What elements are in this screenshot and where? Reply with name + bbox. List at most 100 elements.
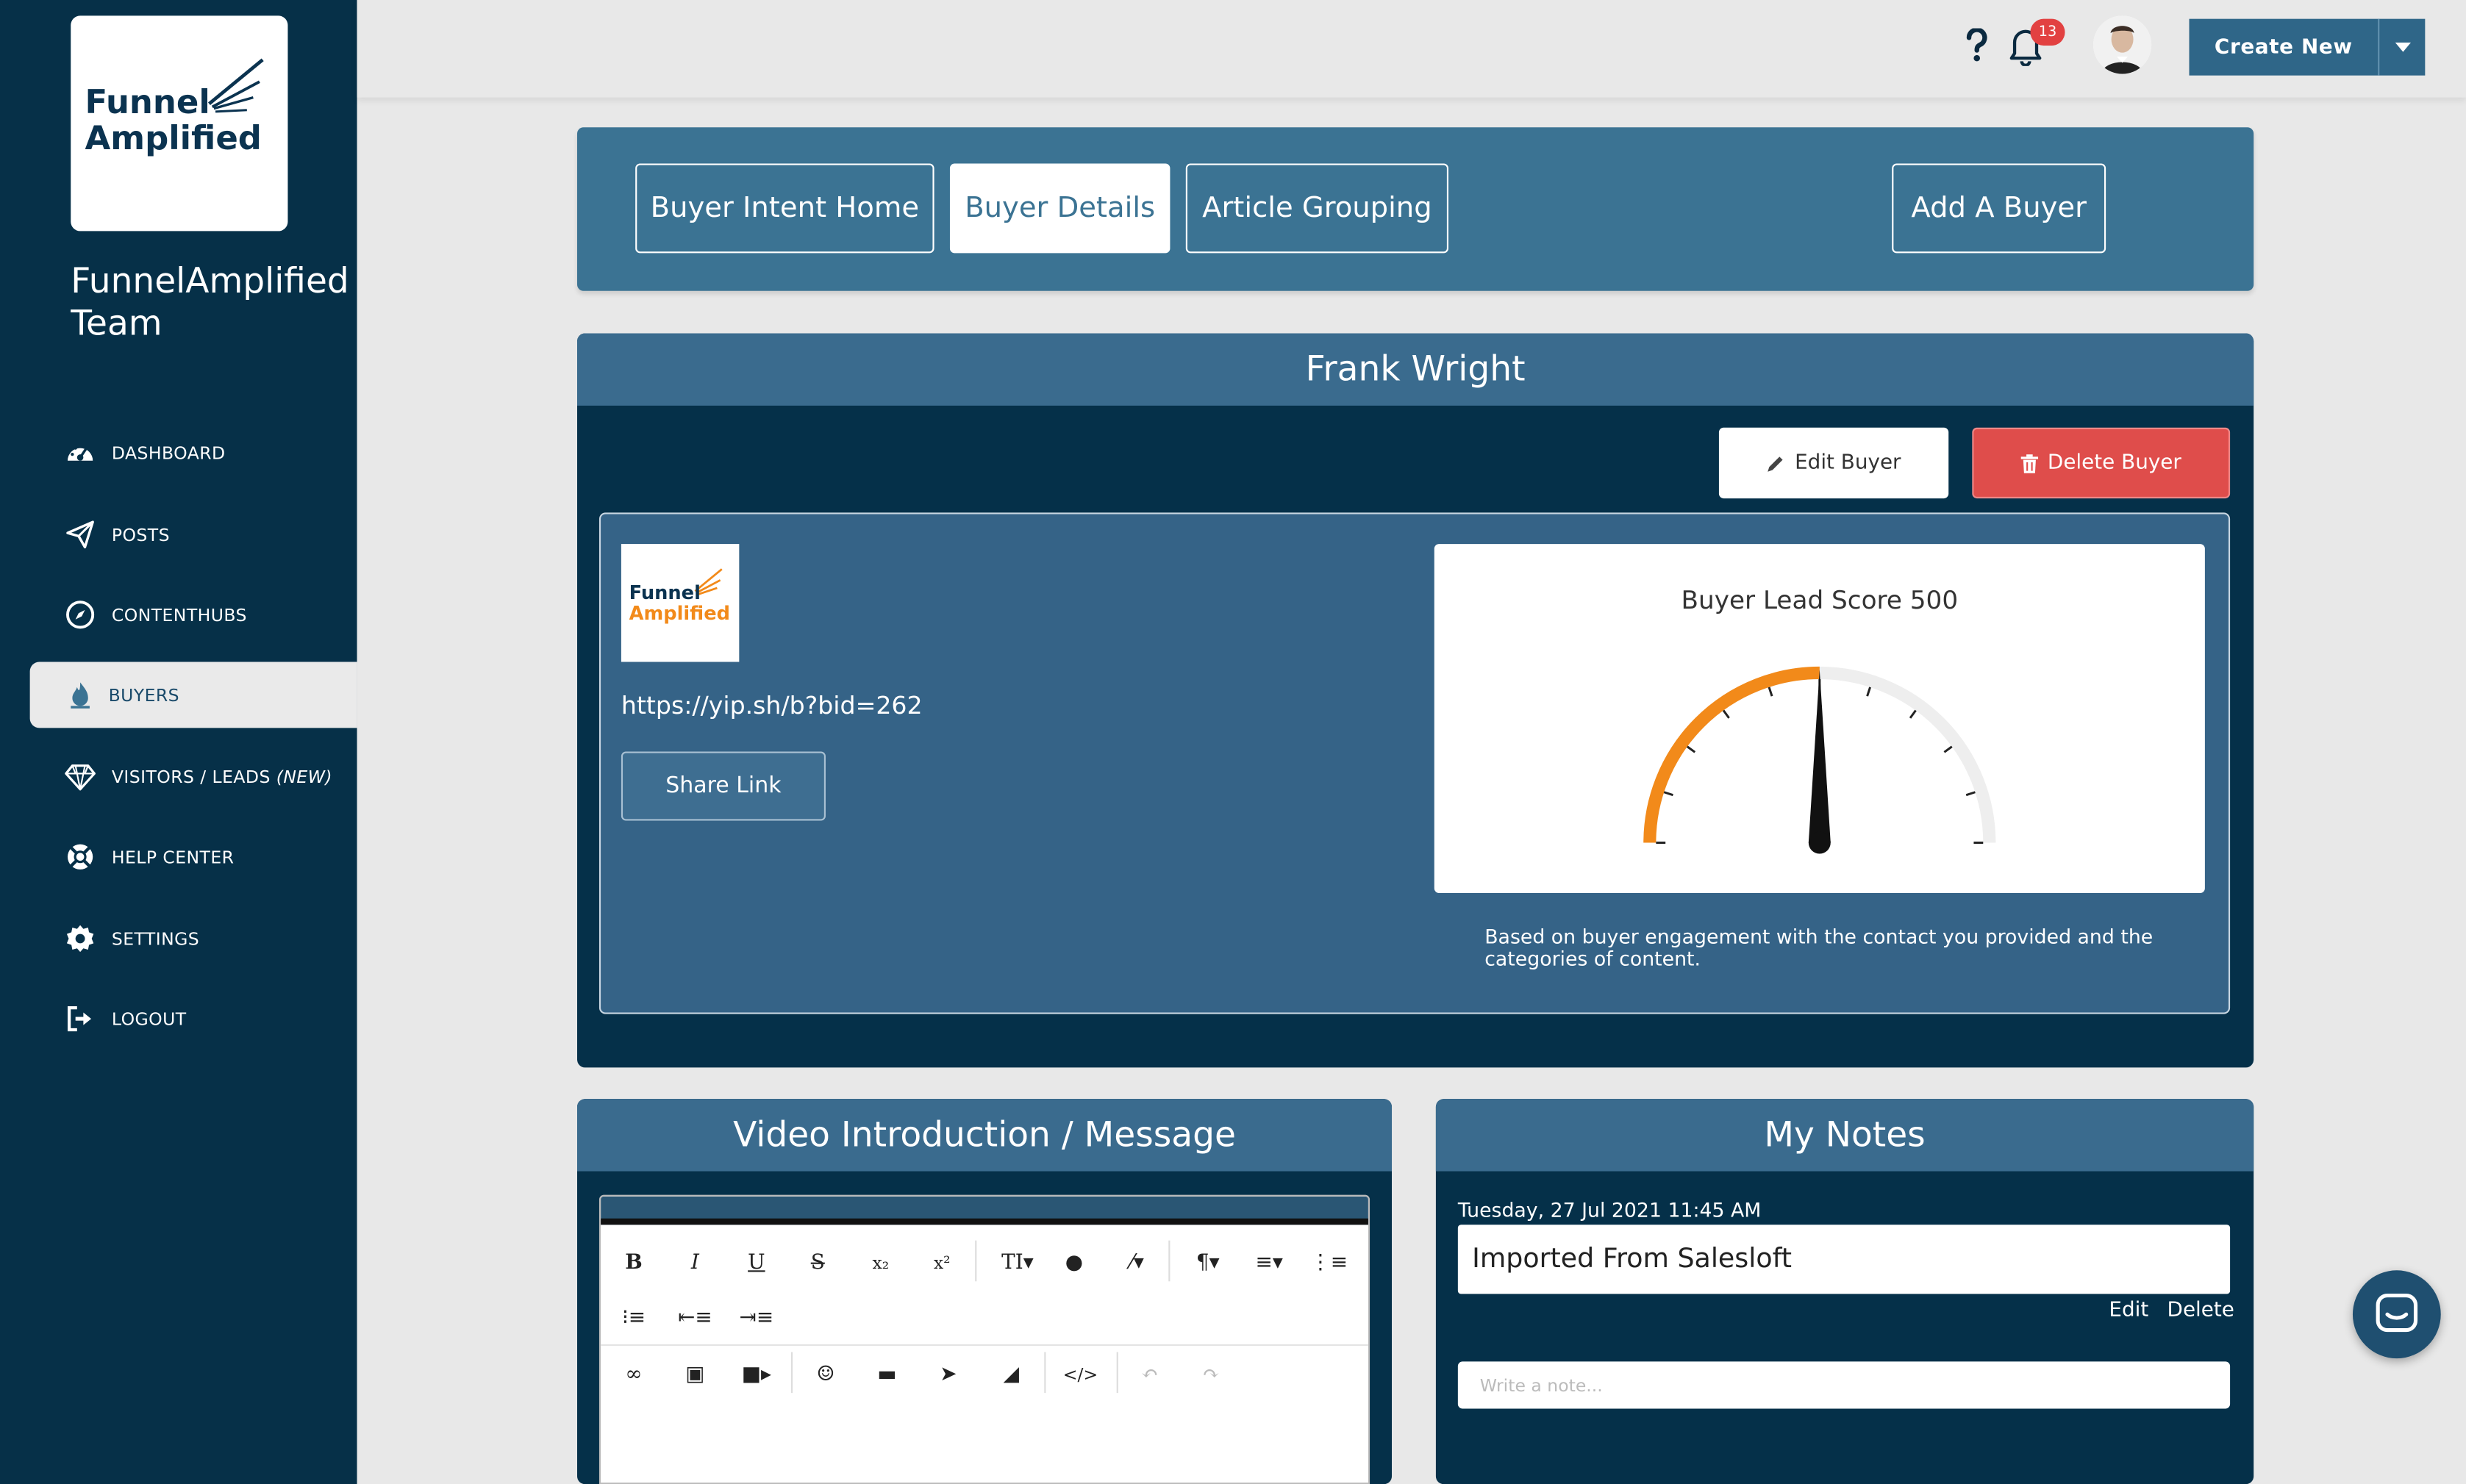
clear-format-tool-button[interactable]: ◢ — [987, 1358, 1034, 1390]
magic-tool-button[interactable]: ⁄▾ — [1110, 1247, 1164, 1278]
sidebar-item-label: BUYERS — [108, 684, 180, 706]
link-tool-button[interactable]: ∞ — [610, 1358, 657, 1390]
team-name-line-2: Team — [71, 304, 162, 345]
sidebar-item-label: DASHBOARD — [111, 442, 226, 463]
gauge-tick — [1768, 687, 1773, 697]
font-size-tool-button[interactable]: TI▾ — [991, 1247, 1045, 1278]
sidebar-item-label: VISITORS / LEADS (NEW) — [112, 767, 332, 787]
ordered-list-tool-button[interactable]: ⋮≡ — [1305, 1247, 1352, 1278]
caret-down-icon — [2394, 42, 2411, 52]
toolbar-separator — [790, 1352, 793, 1394]
undo-tool-button[interactable]: ↶ — [1126, 1358, 1173, 1390]
user-photo-icon — [2093, 15, 2152, 74]
italic-tool-button[interactable]: I — [671, 1247, 718, 1278]
dashboard-icon — [67, 445, 93, 461]
text-size-icon: TI▾ — [1001, 1250, 1034, 1275]
lead-score-description: Based on buyer engagement with the conta… — [1484, 924, 2154, 970]
subscript-icon: x₂ — [872, 1252, 890, 1273]
strikethrough-tool-button[interactable]: S — [794, 1247, 841, 1278]
editor-header-strip — [601, 1196, 1368, 1225]
pencil-icon — [1768, 456, 1784, 471]
sidebar-item-label: SETTINGS — [111, 928, 200, 949]
gauge-fill — [1643, 666, 1820, 843]
sidebar-item-label-text: VISITORS / LEADS — [111, 766, 271, 787]
strikethrough-icon: S — [810, 1250, 825, 1275]
paragraph-tool-button[interactable]: ¶▾ — [1183, 1247, 1233, 1278]
note-timestamp: Tuesday, 27 Jul 2021 11:45 AM — [1457, 1197, 1762, 1222]
gauge-tick — [1686, 745, 1696, 753]
text-color-tool-button[interactable]: ● — [1051, 1247, 1098, 1278]
app-root: Funnel Amplified Funnel Amplified Team DA… — [0, 0, 2466, 1484]
delete-buyer-button[interactable]: Delete Buyer — [1972, 427, 2231, 499]
select-all-tool-button[interactable]: ➤ — [925, 1358, 972, 1390]
gauge-tick — [1965, 791, 1976, 797]
toolbar-separator — [1116, 1352, 1118, 1394]
sidebar-item-label: LOGOUT — [111, 1008, 187, 1029]
outdent-tool-button[interactable]: ⇤≡ — [671, 1302, 718, 1333]
new-tag: (NEW) — [276, 766, 332, 787]
create-new-dropdown-toggle[interactable] — [2378, 18, 2426, 76]
unordered-list-tool-button[interactable]: ⁝≡ — [610, 1302, 657, 1333]
link-icon: ∞ — [625, 1362, 643, 1386]
eraser-icon: ◢ — [1003, 1362, 1020, 1386]
image-tool-button[interactable]: ▣ — [671, 1358, 718, 1390]
bold-icon: B — [625, 1250, 643, 1275]
gauge-tick — [1909, 709, 1917, 719]
tab-article-grouping[interactable]: Article Grouping — [1185, 163, 1449, 254]
subscript-tool-button[interactable]: x₂ — [857, 1247, 904, 1278]
logo-wordmark: Funnel Amplified — [85, 83, 262, 157]
align-tool-button[interactable]: ≡▾ — [1243, 1247, 1296, 1278]
tab-add-a-buyer[interactable]: Add A Buyer — [1892, 163, 2106, 254]
note-edit-link[interactable]: Edit — [2109, 1299, 2148, 1322]
video-tool-button[interactable]: ■▸ — [733, 1358, 780, 1390]
indent-icon: ⇥≡ — [739, 1305, 774, 1330]
superscript-tool-button[interactable]: x² — [918, 1247, 965, 1278]
gauge-hub — [1808, 831, 1831, 854]
diamond-icon — [65, 764, 96, 791]
horizontal-rule-tool-button[interactable]: ▬ — [863, 1358, 910, 1390]
toolbar-separator — [1044, 1352, 1046, 1394]
gauge-tick — [1663, 791, 1673, 797]
buyer-share-url: https://yip.sh/b?bid=262 — [621, 692, 923, 720]
new-note-input[interactable]: Write a note... — [1457, 1361, 2231, 1409]
sidebar-item-dashboard[interactable]: DASHBOARD — [30, 420, 357, 486]
sidebar-item-logout[interactable]: LOGOUT — [30, 986, 357, 1052]
note-content: Imported From Salesloft — [1457, 1225, 2231, 1294]
note-delete-link[interactable]: Delete — [2167, 1299, 2234, 1322]
sidebar-item-help-center[interactable]: HELP CENTER — [30, 824, 357, 890]
logo-line-1: Funnel — [85, 83, 210, 121]
edit-buyer-button[interactable]: Edit Buyer — [1718, 427, 1949, 499]
underline-icon: U — [748, 1250, 765, 1275]
pilcrow-icon: ¶▾ — [1196, 1250, 1220, 1275]
html-view-tool-button[interactable]: </> — [1057, 1358, 1104, 1390]
brand-logo[interactable]: Funnel Amplified — [71, 15, 288, 232]
sidebar-item-contenthubs[interactable]: CONTENTHUBS — [30, 581, 357, 648]
sidebar-item-buyers[interactable]: BUYERS — [29, 662, 357, 728]
buyer-tab-bar: Buyer Intent Home Buyer Details Article … — [577, 127, 2254, 291]
fire-icon — [71, 682, 90, 709]
sidebar-item-visitors-leads[interactable]: VISITORS / LEADS (NEW) — [30, 744, 357, 810]
edit-buyer-label: Edit Buyer — [1795, 451, 1901, 475]
underline-tool-button[interactable]: U — [733, 1247, 780, 1278]
buyer-company-logo: Funnel Amplified — [621, 544, 740, 662]
align-left-icon: ≡▾ — [1255, 1250, 1283, 1275]
create-new-button[interactable]: Create New — [2189, 18, 2379, 76]
sidebar-item-posts[interactable]: POSTS — [30, 501, 357, 567]
tab-buyer-intent-home[interactable]: Buyer Intent Home — [635, 163, 934, 254]
image-icon: ▣ — [685, 1362, 705, 1386]
help-button[interactable] — [1959, 25, 1994, 66]
indent-tool-button[interactable]: ⇥≡ — [733, 1302, 780, 1333]
share-link-button[interactable]: Share Link — [621, 751, 826, 821]
avatar[interactable] — [2093, 15, 2152, 74]
logo-line-2: Amplified — [629, 602, 730, 625]
chat-widget-button[interactable] — [2352, 1270, 2441, 1359]
redo-tool-button[interactable]: ↷ — [1187, 1358, 1234, 1390]
tab-buyer-details[interactable]: Buyer Details — [949, 163, 1171, 254]
bold-tool-button[interactable]: B — [610, 1247, 657, 1278]
trash-icon — [2020, 454, 2039, 473]
sidebar-item-settings[interactable]: SETTINGS — [30, 906, 357, 972]
pointer-icon: ➤ — [940, 1362, 957, 1386]
emoji-tool-button[interactable]: ☺ — [802, 1358, 849, 1390]
question-icon — [1966, 28, 1987, 62]
gauge-tick — [1943, 745, 1953, 753]
